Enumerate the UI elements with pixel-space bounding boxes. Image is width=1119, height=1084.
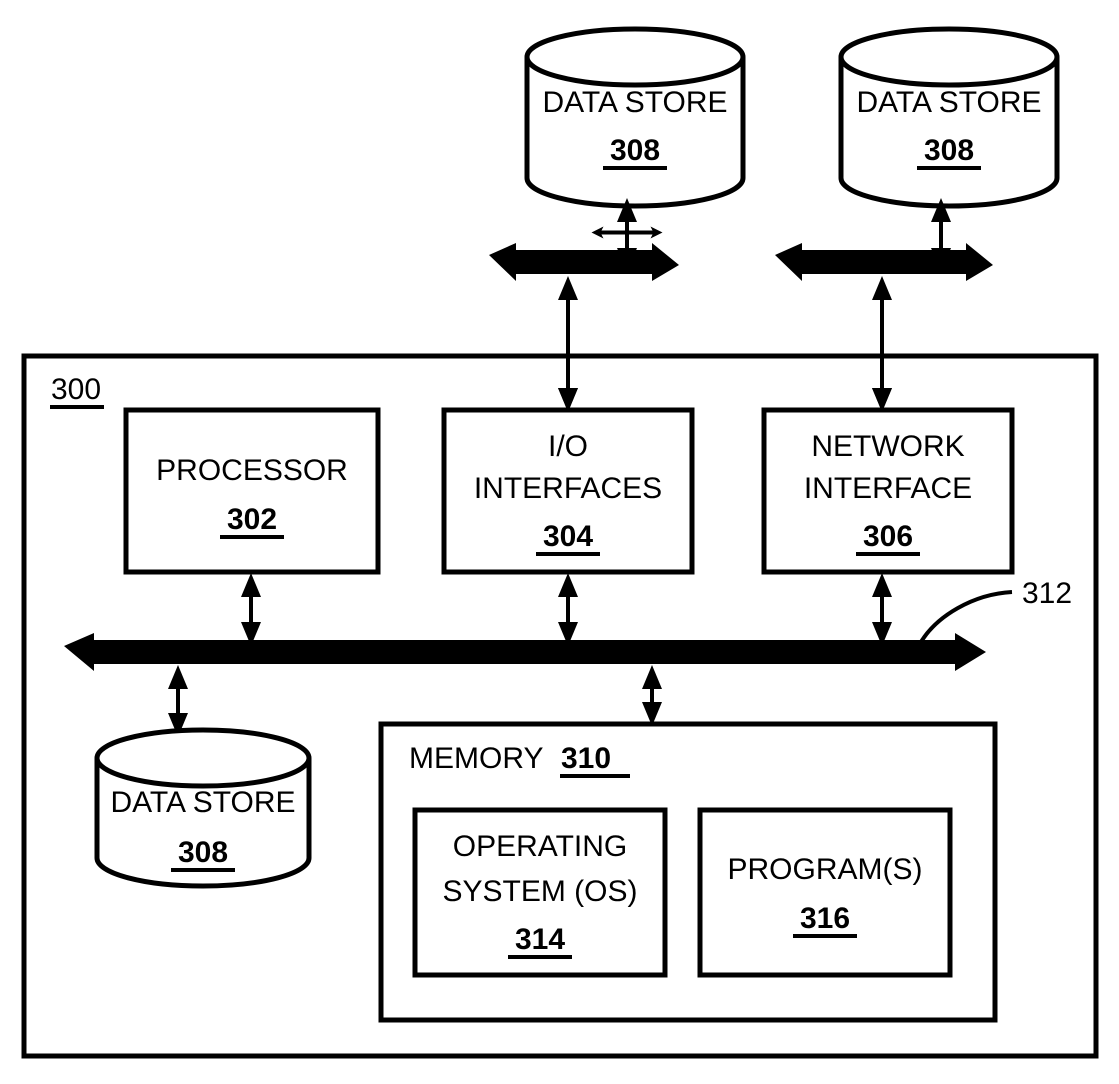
operating-system-ref: 314 [515, 923, 565, 956]
programs-ref: 316 [800, 902, 850, 935]
programs-label: PROGRAM(S) [728, 853, 923, 886]
memory-ref: 310 [561, 742, 611, 775]
processor-box[interactable] [123, 407, 381, 575]
io-interfaces-label-line1: I/O [548, 430, 588, 463]
external-bus-left [489, 243, 679, 281]
processor-label: PROCESSOR [156, 454, 348, 487]
network-interface-ref: 306 [863, 520, 913, 553]
network-interface-label-line2: INTERFACE [804, 472, 972, 505]
operating-system-label-line2: SYSTEM (OS) [442, 875, 637, 908]
io-interfaces-ref: 304 [543, 520, 593, 553]
block-diagram-svg: DATA STORE 308 DATA STORE 308 300 PROCES… [21, 26, 1099, 1059]
operating-system-label-line1: OPERATING [453, 830, 627, 863]
network-interface-label-line1: NETWORK [811, 430, 964, 463]
data-store-top-left-label: DATA STORE [542, 86, 727, 119]
external-bus-right [775, 243, 993, 281]
system-ref-label: 300 [51, 373, 101, 406]
data-store-top-left-ref: 308 [610, 134, 660, 167]
data-store-top-right-ref: 308 [924, 134, 974, 167]
io-interfaces-label-line2: INTERFACES [474, 472, 662, 505]
data-store-local-label: DATA STORE [110, 786, 295, 819]
figure-canvas: DATA STORE 308 DATA STORE 308 300 PROCES… [0, 0, 1119, 1084]
data-store-top-right-label: DATA STORE [856, 86, 1041, 119]
system-bus-ref: 312 [1022, 577, 1072, 610]
programs-box[interactable] [697, 807, 953, 978]
memory-label: MEMORY [409, 742, 543, 775]
data-store-local-ref: 308 [178, 836, 228, 869]
processor-ref: 302 [227, 503, 277, 536]
